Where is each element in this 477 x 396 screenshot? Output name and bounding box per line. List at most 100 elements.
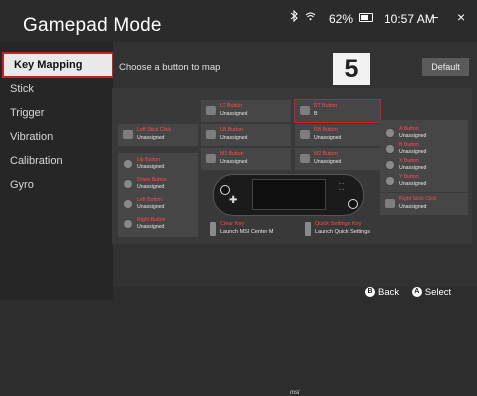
a-key-icon: A <box>411 287 422 298</box>
step-number-badge: 5 <box>333 53 370 85</box>
b-button-value: Unassigned <box>399 149 427 155</box>
device-right-stick-icon <box>348 199 358 209</box>
footer-hints: B Back A Select <box>365 287 451 300</box>
sidebar-item-trigger[interactable]: Trigger <box>0 102 113 124</box>
back-hint[interactable]: B Back <box>365 287 399 298</box>
m2-button-value: Unassigned <box>314 159 342 165</box>
title-bar: Gamepad Mode 62% 10:57 AM − × <box>0 0 477 42</box>
default-button[interactable]: Default <box>422 58 469 76</box>
m1-button-card[interactable]: M1 Button Unassigned <box>201 148 291 170</box>
clear-key-card[interactable]: Clear Key Launch MSI Center M <box>210 219 305 241</box>
select-hint[interactable]: A Select <box>411 287 452 298</box>
sidebar: Key Mapping Stick Trigger Vibration Cali… <box>0 42 114 300</box>
sidebar-item-key-mapping[interactable]: Key Mapping <box>2 52 114 78</box>
quick-settings-key-value: Launch Quick Settings <box>315 229 371 235</box>
dpad-right-icon <box>124 220 132 228</box>
bluetooth-icon <box>290 10 298 22</box>
lb-button-card[interactable]: LB Button Unassigned <box>201 124 291 146</box>
x-button-icon <box>386 161 394 169</box>
a-button-value: Unassigned <box>399 133 427 139</box>
right-button-label: Right Button <box>137 217 166 223</box>
device-screen <box>252 179 326 210</box>
m1-icon <box>206 154 216 163</box>
right-stick-click-value: Unassigned <box>399 204 427 210</box>
battery-percent: 62% <box>329 12 354 26</box>
back-label: Back <box>378 287 400 298</box>
dpad-down-icon <box>124 180 132 188</box>
battery-icon <box>359 13 373 22</box>
left-button-item[interactable]: Left Button Unassigned <box>118 195 198 215</box>
m1-button-value: Unassigned <box>220 159 248 165</box>
rt-button-card[interactable]: RT Button B <box>294 99 381 123</box>
rb-button-label: RB Button <box>314 127 338 133</box>
close-button[interactable]: × <box>457 9 465 25</box>
up-button-label: Up Button <box>137 157 161 163</box>
clear-key-label: Clear Key <box>220 221 245 227</box>
dpad-mapping-list: Up Button Unassigned Down Button Unassig… <box>118 153 198 237</box>
clear-key-icon <box>210 222 216 236</box>
sidebar-item-gyro[interactable]: Gyro <box>0 174 113 196</box>
right-stick-icon <box>385 199 395 208</box>
lt-button-label: LT Button <box>220 103 243 109</box>
face-button-mapping-list: A Button Unassigned B Button Unassigned … <box>380 120 468 192</box>
y-button-item[interactable]: Y Button Unassigned <box>380 172 468 192</box>
down-button-label: Down Button <box>137 177 167 183</box>
right-button-item[interactable]: Right Button Unassigned <box>118 215 198 235</box>
a-button-icon <box>386 129 394 137</box>
left-button-label: Left Button <box>137 197 163 203</box>
minimize-button[interactable]: − <box>431 10 439 25</box>
y-button-icon <box>386 177 394 185</box>
m1-button-label: M1 Button <box>220 151 244 157</box>
left-stick-click-card[interactable]: Left Stick Click Unassigned <box>118 124 198 146</box>
left-stick-click-label: Left Stick Click <box>137 127 172 133</box>
sidebar-item-calibration[interactable]: Calibration <box>0 150 113 172</box>
down-button-value: Unassigned <box>137 184 165 190</box>
dpad-up-icon <box>124 160 132 168</box>
left-button-value: Unassigned <box>137 204 165 210</box>
rb-bumper-icon <box>300 130 310 139</box>
lb-button-label: LB Button <box>220 127 243 133</box>
b-key-icon: B <box>365 287 375 298</box>
left-stick-click-value: Unassigned <box>137 135 165 141</box>
quick-settings-key-icon <box>305 222 311 236</box>
choose-hint: Choose a button to map <box>119 62 221 73</box>
x-button-value: Unassigned <box>399 165 427 171</box>
lt-trigger-icon <box>206 106 216 115</box>
a-button-label: A Button <box>399 126 419 132</box>
rt-trigger-icon <box>300 106 310 115</box>
right-stick-click-card[interactable]: Right Stick Click Unassigned <box>380 193 468 215</box>
msi-brand-label: msi <box>290 390 300 396</box>
sidebar-item-vibration[interactable]: Vibration <box>0 126 113 148</box>
sidebar-item-stick[interactable]: Stick <box>0 78 113 100</box>
quick-settings-key-card[interactable]: Quick Settings Key Launch Quick Settings <box>305 219 380 241</box>
right-stick-click-label: Right Stick Click <box>399 196 437 202</box>
handheld-device-illustration: ✚ ◦ ◦ ◦ ◦ msi <box>213 174 364 396</box>
rt-button-label: RT Button <box>314 103 338 109</box>
device-left-stick-icon <box>220 185 230 195</box>
y-button-label: Y Button <box>399 174 419 180</box>
b-button-icon <box>386 145 394 153</box>
clock: 10:57 AM <box>384 12 435 26</box>
rt-button-value: B <box>314 111 318 117</box>
lb-button-value: Unassigned <box>220 135 248 141</box>
select-label: Select <box>424 287 452 298</box>
clear-key-value: Launch MSI Center M <box>220 229 274 235</box>
down-button-item[interactable]: Down Button Unassigned <box>118 175 198 195</box>
rb-button-card[interactable]: RB Button Unassigned <box>295 124 380 146</box>
device-abxy-icon: ◦ ◦ ◦ ◦ <box>339 181 344 193</box>
y-button-value: Unassigned <box>399 181 427 187</box>
up-button-value: Unassigned <box>137 164 165 170</box>
m2-button-card[interactable]: M2 Button Unassigned <box>295 148 380 170</box>
mapping-header: Choose a button to map Default <box>113 58 477 80</box>
right-button-value: Unassigned <box>137 224 165 230</box>
dpad-left-icon <box>124 200 132 208</box>
m2-button-label: M2 Button <box>314 151 338 157</box>
up-button-item[interactable]: Up Button Unassigned <box>118 155 198 175</box>
b-button-label: B Button <box>399 142 419 148</box>
wifi-icon <box>305 12 316 21</box>
device-dpad-icon: ✚ <box>229 195 238 206</box>
left-stick-icon <box>123 130 133 139</box>
lt-button-card[interactable]: LT Button Unassigned <box>201 100 291 122</box>
app-title: Gamepad Mode <box>23 15 162 36</box>
lb-bumper-icon <box>206 130 216 139</box>
